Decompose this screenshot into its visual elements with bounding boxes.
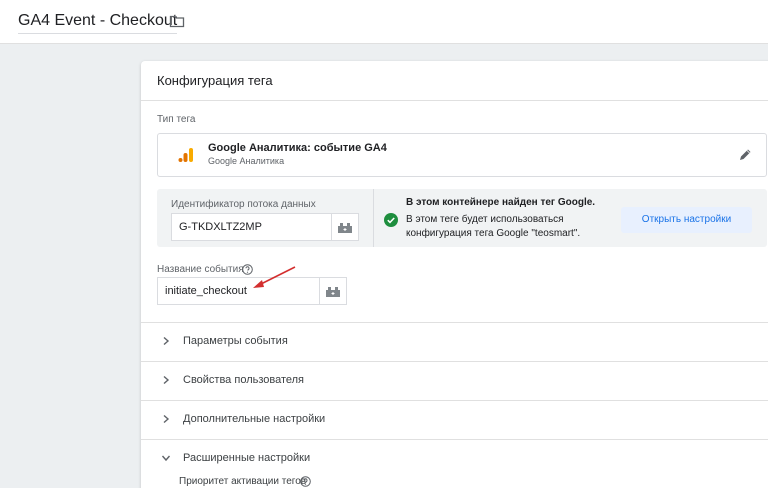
section-additional-settings[interactable]: Дополнительные настройки <box>141 400 768 439</box>
chevron-right-icon <box>163 375 170 385</box>
section-advanced-settings[interactable]: Расширенные настройки <box>141 439 768 478</box>
found-tag-title: В этом контейнере найден тег Google. <box>406 197 596 208</box>
tag-type-selector[interactable]: Google Аналитика: событие GA4 Google Ана… <box>157 133 767 177</box>
section-label: Расширенные настройки <box>183 452 311 464</box>
annotation-arrow-icon <box>253 266 296 288</box>
check-circle-icon <box>384 213 398 227</box>
tag-configuration-card: Конфигурация тега Тип тега Google Аналит… <box>141 61 768 488</box>
section-user-properties[interactable]: Свойства пользователя <box>141 361 768 400</box>
top-bar: GA4 Event - Checkout <box>0 0 768 44</box>
section-label: Дополнительные настройки <box>183 413 326 425</box>
section-event-parameters[interactable]: Параметры события <box>141 322 768 361</box>
stream-variable-button[interactable] <box>331 213 359 241</box>
card-title: Конфигурация тега <box>157 73 273 88</box>
tag-type-subtitle: Google Аналитика <box>208 156 285 166</box>
variable-brick-icon <box>338 223 352 233</box>
section-label: Параметры события <box>183 335 288 347</box>
chevron-right-icon <box>163 336 170 346</box>
pencil-icon[interactable] <box>737 147 753 163</box>
stream-id-panel: Идентификатор потока данных G-TKDXLTZ2MP… <box>157 189 767 247</box>
tag-title[interactable]: GA4 Event - Checkout <box>18 12 178 34</box>
stream-id-input[interactable]: G-TKDXLTZ2MP <box>171 213 331 241</box>
tag-type-name: Google Аналитика: событие GA4 <box>208 142 387 154</box>
event-name-label: Название события <box>157 264 244 275</box>
stream-divider <box>373 189 374 247</box>
chevron-right-icon <box>163 414 170 424</box>
section-label: Свойства пользователя <box>183 374 305 386</box>
chevron-down-icon <box>161 455 171 462</box>
open-settings-button[interactable]: Открыть настройки <box>621 207 752 233</box>
tag-type-label: Тип тега <box>157 114 196 125</box>
found-tag-line-2: конфигурация тега Google "teosmart". <box>406 228 581 239</box>
stream-id-label: Идентификатор потока данных <box>171 199 316 210</box>
found-tag-line-1: В этом теге будет использоваться <box>406 214 564 225</box>
help-icon[interactable] <box>300 476 311 487</box>
tag-firing-priority-label: Приоритет активации тегов <box>179 476 307 487</box>
event-variable-button[interactable] <box>319 277 347 305</box>
google-analytics-icon <box>178 148 193 162</box>
folder-icon[interactable] <box>169 13 185 29</box>
card-header: Конфигурация тега <box>141 61 768 101</box>
variable-brick-icon <box>326 287 340 297</box>
